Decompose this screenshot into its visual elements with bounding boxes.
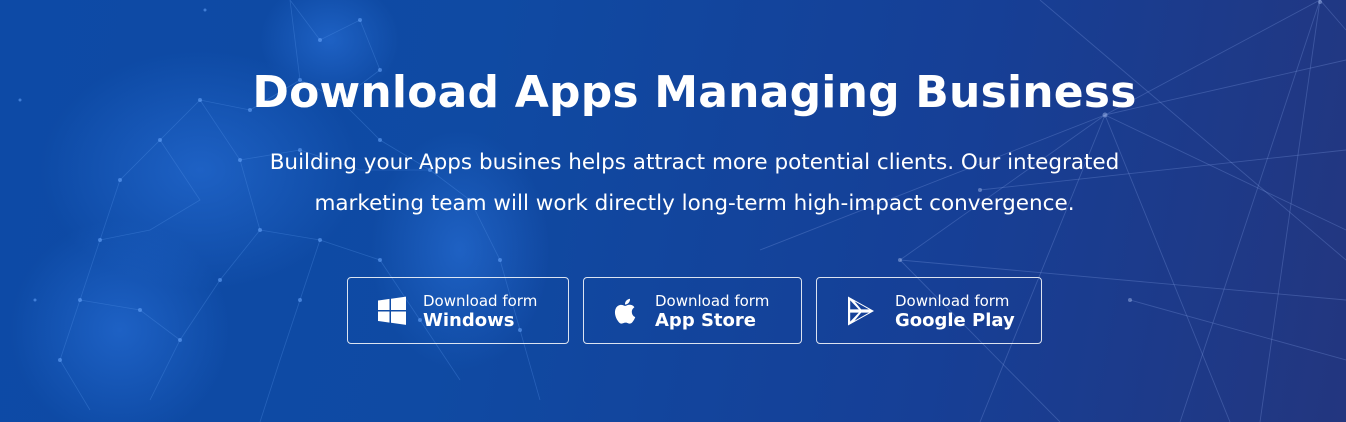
download-google-play-button[interactable]: Download form Google Play bbox=[816, 277, 1042, 344]
google-play-small-label: Download form bbox=[895, 292, 1010, 310]
page-title: Download Apps Managing Business bbox=[252, 67, 1137, 118]
hero-subtitle-line-1: Building your Apps busines helps attract… bbox=[269, 150, 1120, 175]
app-store-small-label: Download form bbox=[655, 292, 770, 310]
apple-icon bbox=[614, 298, 636, 324]
app-store-big-label: App Store bbox=[655, 310, 756, 331]
windows-icon bbox=[378, 296, 406, 325]
hero-banner: Download Apps Managing Business Building… bbox=[0, 0, 1346, 422]
hero-subtitle-line-2: marketing team will work directly long-t… bbox=[314, 191, 1075, 216]
download-app-store-button[interactable]: Download form App Store bbox=[583, 277, 802, 344]
google-play-big-label: Google Play bbox=[895, 310, 1015, 331]
windows-big-label: Windows bbox=[423, 310, 515, 331]
google-play-icon bbox=[848, 296, 874, 326]
hero-content: Download Apps Managing Business Building… bbox=[0, 0, 1346, 422]
hero-subtitle: Building your Apps busines helps attract… bbox=[250, 142, 1139, 224]
windows-small-label: Download form bbox=[423, 292, 538, 310]
download-windows-button[interactable]: Download form Windows bbox=[347, 277, 569, 344]
